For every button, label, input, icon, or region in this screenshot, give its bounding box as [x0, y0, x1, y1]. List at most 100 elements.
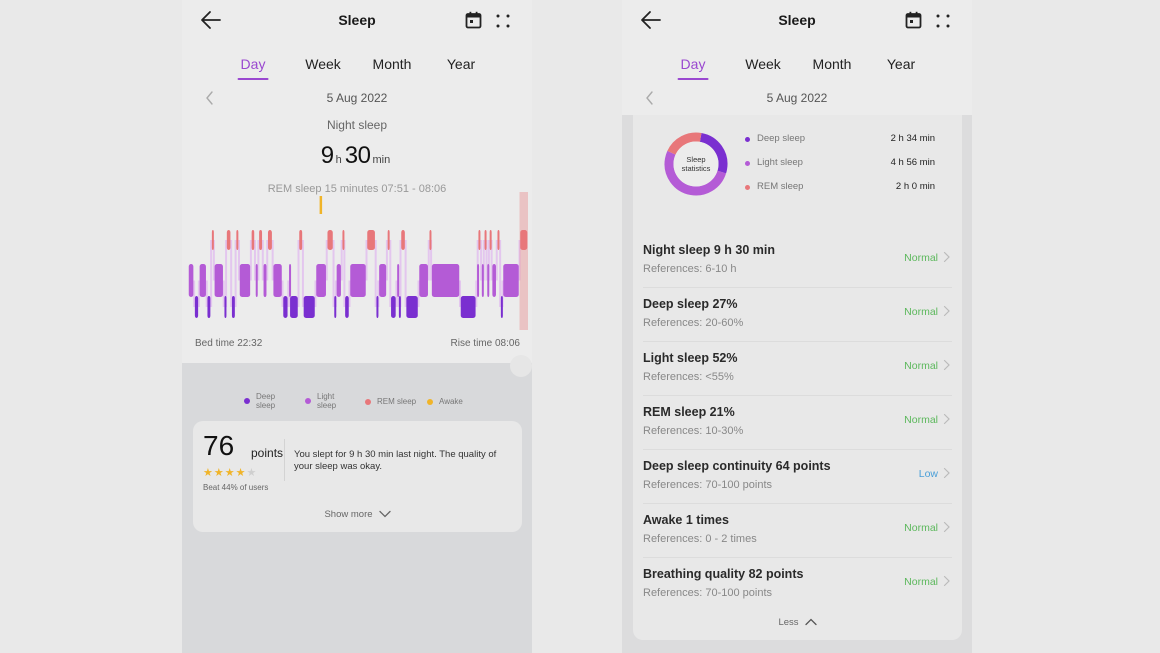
segment-rem[interactable]: [401, 230, 405, 250]
stage-transition: [281, 280, 284, 307]
segment-deep[interactable]: [231, 296, 235, 318]
segment-light[interactable]: [289, 264, 292, 297]
segment-deep[interactable]: [406, 296, 418, 318]
segment-awake[interactable]: [319, 196, 323, 214]
segment-light[interactable]: [199, 264, 206, 297]
segment-light[interactable]: [350, 264, 366, 297]
segment-rem[interactable]: [429, 230, 432, 250]
segment-deep[interactable]: [391, 296, 396, 318]
sleep-stage-chart[interactable]: [188, 192, 528, 332]
segment-rem[interactable]: [387, 230, 390, 250]
segment-rem[interactable]: [367, 230, 375, 250]
segment-rem[interactable]: [267, 230, 272, 250]
metric-row[interactable]: Breathing quality 82 points References: 7…: [643, 558, 952, 612]
segment-rem[interactable]: [211, 230, 214, 250]
scroll-handle[interactable]: [510, 355, 532, 377]
metric-row[interactable]: Night sleep 9 h 30 min References: 6-10 h…: [643, 234, 952, 288]
show-more-button[interactable]: Show more: [193, 509, 522, 520]
segment-light[interactable]: [397, 264, 400, 297]
segment-light[interactable]: [492, 264, 496, 297]
metric-reference: References: 20-60%: [643, 317, 744, 329]
segment-light[interactable]: [487, 264, 490, 297]
segment-rem[interactable]: [489, 230, 492, 250]
tab-year[interactable]: Year: [447, 56, 475, 72]
segment-rem[interactable]: [327, 230, 333, 250]
star-filled-icon: ★: [235, 467, 247, 479]
stage-transition: [475, 280, 478, 307]
segment-light[interactable]: [263, 264, 267, 297]
segment-rem[interactable]: [342, 230, 345, 250]
chevron-up-icon: [804, 619, 817, 626]
segment-light[interactable]: [316, 264, 326, 297]
metric-title: Deep sleep continuity 64 points: [643, 459, 831, 473]
stat-value: 2 h 34 min: [890, 133, 935, 144]
chevron-right-icon: [943, 521, 950, 533]
segment-light[interactable]: [419, 264, 428, 297]
segment-deep[interactable]: [283, 296, 288, 318]
segment-deep[interactable]: [398, 296, 401, 318]
segment-light[interactable]: [379, 264, 387, 297]
metric-reference: References: 6-10 h: [643, 263, 737, 275]
tab-month[interactable]: Month: [813, 56, 852, 72]
tab-week[interactable]: Week: [305, 56, 341, 72]
metric-row[interactable]: Awake 1 times References: 0 - 2 times Norm…: [643, 504, 952, 558]
segment-deep[interactable]: [460, 296, 476, 318]
segment-light[interactable]: [503, 264, 519, 297]
grid-dots-icon[interactable]: [935, 13, 951, 29]
sleep-score-unit: points: [251, 446, 284, 460]
segment-rem[interactable]: [259, 230, 263, 250]
stage-transition: [301, 240, 304, 307]
segment-rem[interactable]: [299, 230, 303, 250]
stage-transition: [343, 240, 346, 307]
less-button[interactable]: Less: [633, 617, 962, 628]
segment-deep[interactable]: [290, 296, 298, 318]
stage-transition: [210, 240, 213, 307]
bed-time: Bed time 22:32: [195, 338, 263, 349]
legend-dot: [244, 398, 250, 404]
metric-status: Low: [918, 468, 938, 480]
tab-week[interactable]: Week: [745, 56, 781, 72]
metric-row[interactable]: REM sleep 21% References: 10-30% Normal: [643, 396, 952, 450]
segment-light[interactable]: [477, 264, 480, 297]
segment-deep[interactable]: [303, 296, 315, 318]
calendar-icon[interactable]: [905, 11, 922, 29]
segment-deep[interactable]: [194, 296, 199, 318]
segment-light[interactable]: [188, 264, 194, 297]
grid-dots-icon[interactable]: [495, 13, 511, 29]
segment-light[interactable]: [214, 264, 223, 297]
segment-deep[interactable]: [376, 296, 379, 318]
segment-light[interactable]: [239, 264, 251, 297]
segment-light[interactable]: [255, 264, 258, 297]
segment-deep[interactable]: [345, 296, 349, 318]
tab-day[interactable]: Day: [237, 56, 269, 80]
calendar-icon[interactable]: [465, 11, 482, 29]
tab-year[interactable]: Year: [887, 56, 915, 72]
metric-row[interactable]: Light sleep 52% References: <55% Normal: [643, 342, 952, 396]
metric-reference: References: 10-30%: [643, 425, 744, 437]
segment-rem[interactable]: [251, 230, 255, 250]
segment-deep[interactable]: [334, 296, 337, 318]
legend-rem-sleep: REM sleep: [365, 397, 416, 406]
stat-rem-sleep: REM sleep 2 h 0 min: [745, 181, 935, 195]
segment-deep[interactable]: [500, 296, 503, 318]
segment-light[interactable]: [336, 264, 341, 297]
segment-deep[interactable]: [207, 296, 211, 318]
segment-rem[interactable]: [226, 230, 231, 250]
segment-deep[interactable]: [224, 296, 227, 318]
segment-light[interactable]: [481, 264, 484, 297]
segment-rem[interactable]: [478, 230, 481, 250]
sleep-day-screen-right: Sleep Day Week Month Year 5 Aug 2022 Sle…: [622, 0, 972, 653]
segment-light[interactable]: [273, 264, 282, 297]
tab-day[interactable]: Day: [677, 56, 709, 80]
tab-month[interactable]: Month: [373, 56, 412, 72]
metric-row[interactable]: Deep sleep 27% References: 20-60% Normal: [643, 288, 952, 342]
metric-title: Awake 1 times: [643, 513, 729, 527]
metric-row[interactable]: Deep sleep continuity 64 points Reference…: [643, 450, 952, 504]
segment-rem[interactable]: [497, 230, 500, 250]
segment-light[interactable]: [431, 264, 460, 297]
stage-transition: [249, 240, 252, 281]
show-more-label: Show more: [324, 509, 373, 520]
stage-transition: [266, 240, 269, 281]
segment-rem[interactable]: [484, 230, 487, 250]
segment-rem[interactable]: [236, 230, 239, 250]
